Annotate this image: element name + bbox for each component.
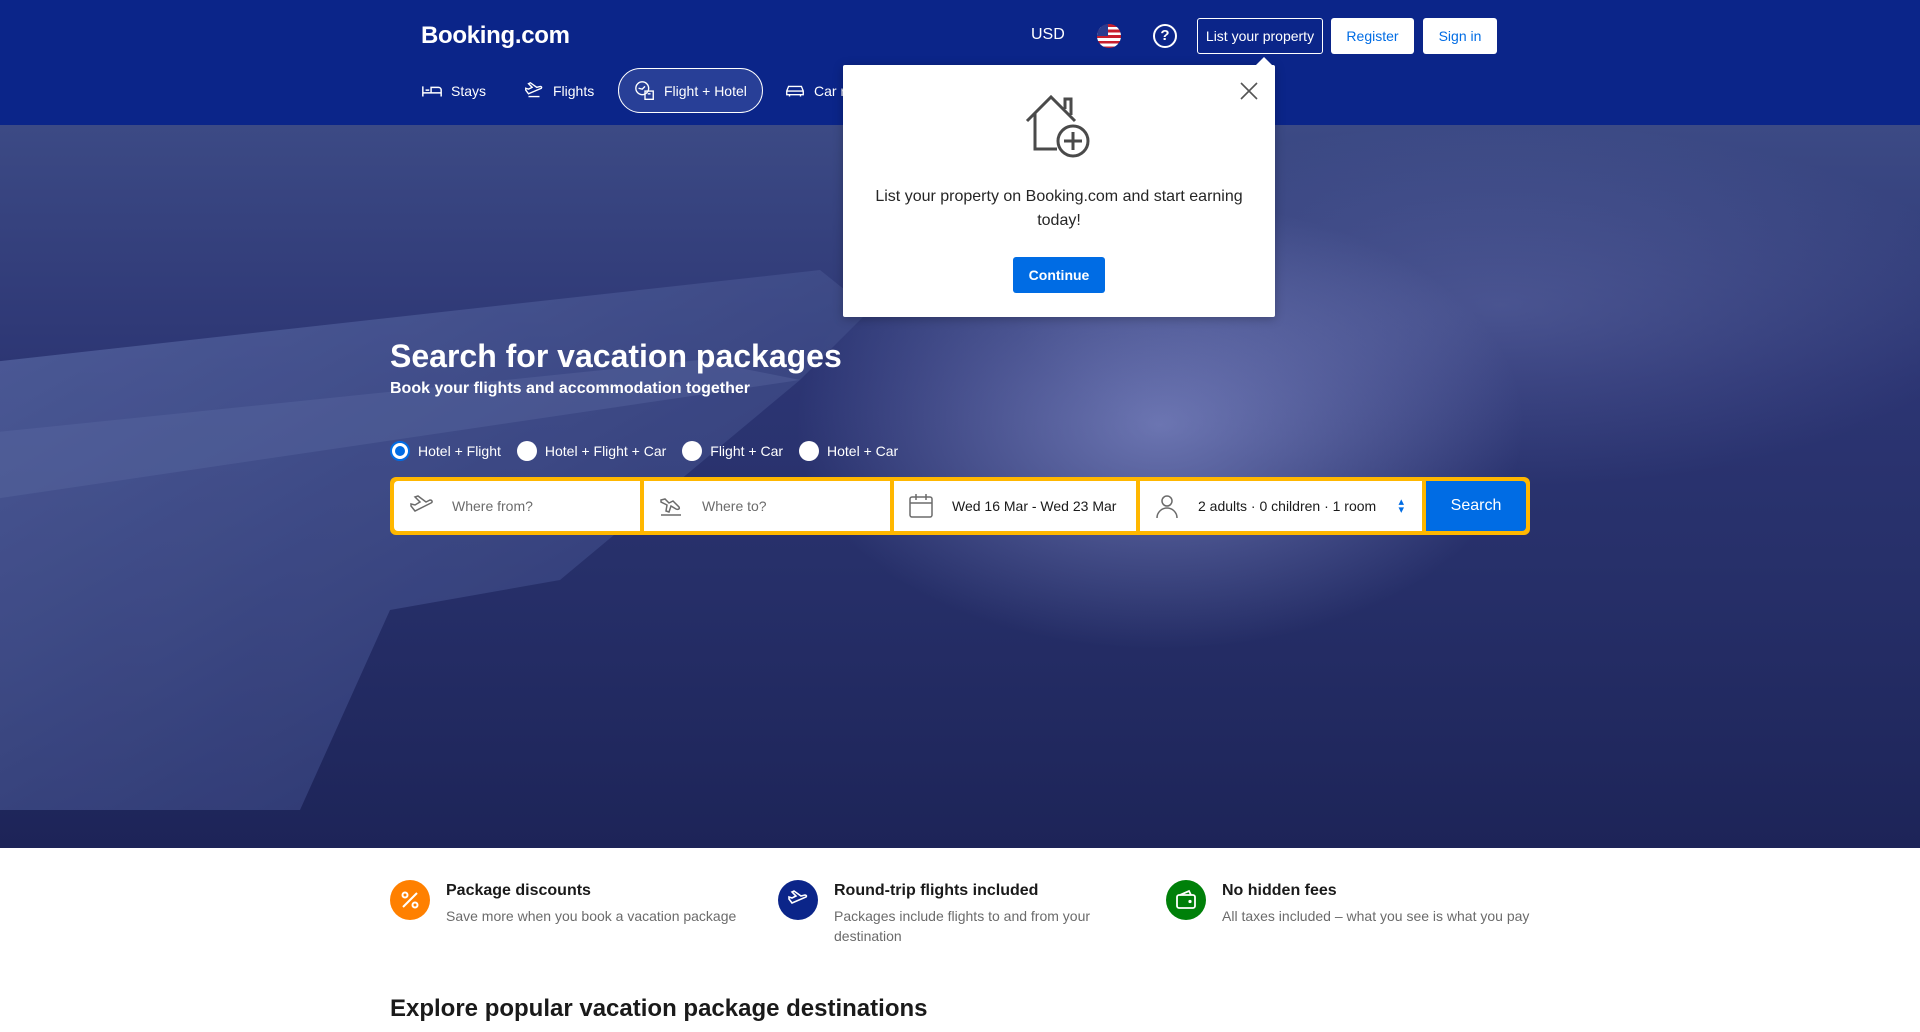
page-title: Search for vacation packages bbox=[390, 338, 842, 374]
sign-in-button[interactable]: Sign in bbox=[1423, 18, 1497, 54]
car-icon bbox=[786, 85, 804, 96]
radio-flight-car[interactable]: Flight + Car bbox=[682, 441, 783, 461]
date-range-value: Wed 16 Mar - Wed 23 Mar bbox=[952, 498, 1117, 514]
feature-description: Packages include flights to and from you… bbox=[834, 908, 1091, 944]
us-flag-icon[interactable] bbox=[1097, 24, 1121, 48]
list-property-button[interactable]: List your property bbox=[1197, 18, 1323, 54]
radio-button[interactable] bbox=[799, 441, 820, 461]
radio-hotel-flight-car[interactable]: Hotel + Flight + Car bbox=[516, 441, 667, 461]
radio-button[interactable] bbox=[516, 441, 537, 461]
wallet-icon bbox=[1166, 880, 1206, 920]
feature-no-hidden-fees: No hidden fees All taxes included – what… bbox=[1166, 880, 1536, 926]
search-bar: Where from? Where to? Wed 16 Mar - Wed 2… bbox=[390, 477, 1530, 535]
feature-description: Save more when you book a vacation packa… bbox=[446, 908, 737, 924]
register-button[interactable]: Register bbox=[1331, 18, 1414, 54]
help-icon[interactable]: ? bbox=[1153, 24, 1177, 48]
nav-label: Stays bbox=[451, 82, 487, 99]
page-subtitle: Book your flights and accommodation toge… bbox=[390, 380, 751, 397]
feature-round-trip-flights: Round-trip flights included Packages inc… bbox=[778, 880, 1118, 946]
chevron-up-down-icon: ▴ ▾ bbox=[1398, 496, 1404, 516]
radio-label: Hotel + Flight bbox=[418, 443, 501, 459]
destination-input[interactable]: Where to? bbox=[644, 481, 890, 531]
nav-label: Car r bbox=[814, 82, 846, 99]
search-button[interactable]: Search bbox=[1426, 481, 1526, 531]
nav-car-rental[interactable]: Car r bbox=[784, 68, 845, 113]
person-icon bbox=[1150, 492, 1184, 520]
house-plus-icon bbox=[1025, 94, 1090, 158]
radio-label: Flight + Car bbox=[710, 443, 784, 459]
date-picker[interactable]: Wed 16 Mar - Wed 23 Mar bbox=[894, 481, 1136, 531]
origin-input[interactable]: Where from? bbox=[394, 481, 640, 531]
nav-flights[interactable]: Flights bbox=[523, 68, 594, 113]
guests-selector[interactable]: 2 adults · 0 children · 1 room ▴ ▾ bbox=[1140, 481, 1422, 531]
nav-label: Flight + Hotel bbox=[664, 82, 747, 99]
feature-title: Round-trip flights included bbox=[834, 882, 1039, 899]
origin-placeholder: Where from? bbox=[452, 498, 533, 514]
package-type-radios: Hotel + Flight Hotel + Flight + Car Flig… bbox=[390, 441, 914, 461]
booking-logo[interactable]: Booking.com bbox=[421, 22, 570, 50]
guests-value: 2 adults · 0 children · 1 room bbox=[1198, 498, 1377, 514]
close-icon[interactable] bbox=[1239, 81, 1259, 101]
bed-icon bbox=[422, 85, 442, 96]
radio-hotel-flight[interactable]: Hotel + Flight bbox=[390, 441, 501, 461]
list-property-popup: List your property on Booking.com and st… bbox=[843, 57, 1275, 317]
continue-button[interactable]: Continue bbox=[1013, 257, 1105, 293]
plane-icon bbox=[525, 81, 543, 97]
radio-label: Hotel + Car bbox=[827, 443, 899, 459]
arrival-plane-icon bbox=[654, 492, 688, 520]
radio-button-selected[interactable] bbox=[390, 441, 410, 461]
currency-selector[interactable]: USD bbox=[1031, 26, 1065, 44]
calendar-icon bbox=[904, 492, 938, 520]
nav-stays[interactable]: Stays bbox=[421, 68, 486, 113]
popup-message: List your property on Booking.com and st… bbox=[875, 188, 1243, 229]
percent-icon bbox=[390, 880, 430, 920]
feature-title: No hidden fees bbox=[1222, 882, 1337, 899]
feature-description: All taxes included – what you see is wha… bbox=[1222, 908, 1530, 924]
radio-hotel-car[interactable]: Hotel + Car bbox=[799, 441, 898, 461]
destination-placeholder: Where to? bbox=[702, 498, 767, 514]
plane-icon bbox=[778, 880, 818, 920]
departure-plane-icon bbox=[404, 492, 438, 520]
feature-package-discounts: Package discounts Save more when you boo… bbox=[390, 880, 760, 926]
flight-hotel-icon bbox=[635, 80, 654, 100]
feature-title: Package discounts bbox=[446, 882, 591, 899]
radio-button[interactable] bbox=[682, 441, 703, 461]
radio-label: Hotel + Flight + Car bbox=[544, 443, 667, 459]
nav-flight-hotel[interactable]: Flight + Hotel bbox=[618, 68, 763, 113]
nav-label: Flights bbox=[553, 82, 595, 99]
explore-section-title: Explore popular vacation package destina… bbox=[390, 995, 928, 1022]
